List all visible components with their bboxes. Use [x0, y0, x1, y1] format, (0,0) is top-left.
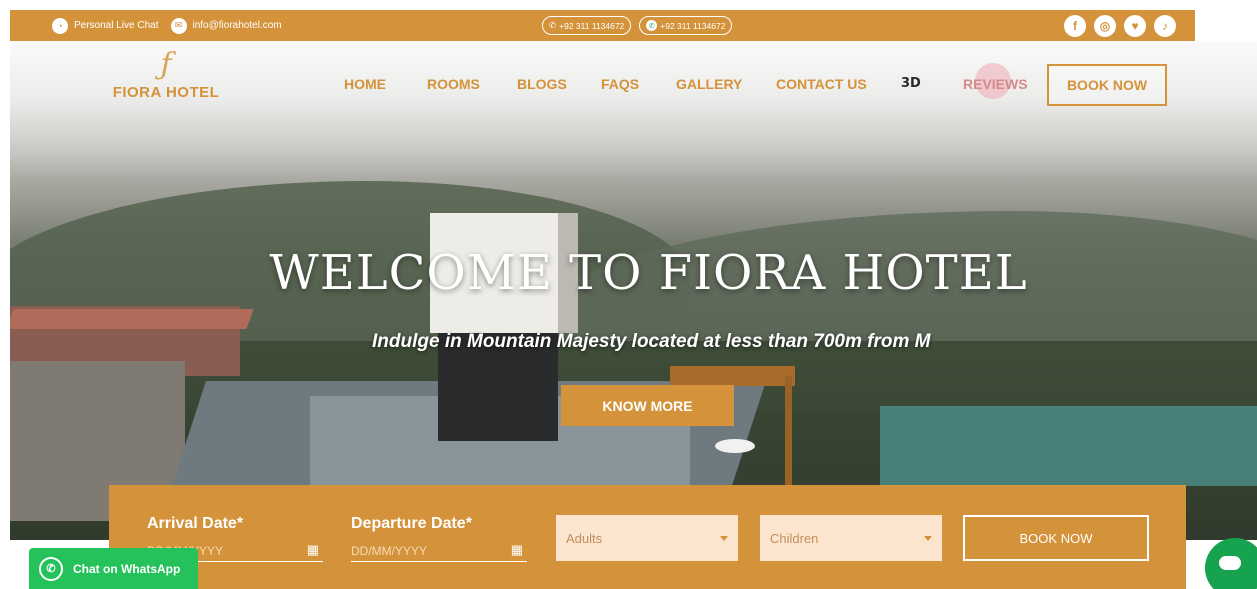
logo-mark: ƒ — [160, 47, 172, 82]
twitter-icon[interactable]: ♥ — [1124, 14, 1146, 37]
departure-placeholder: DD/MM/YYYY — [351, 543, 428, 558]
roof-shape — [10, 309, 254, 329]
adults-value: Adults — [566, 530, 603, 546]
hero-headline: WELCOME TO FIORA HOTEL — [269, 245, 1028, 301]
calendar-icon[interactable]: ▦ — [307, 542, 319, 558]
nav-blogs[interactable]: BLOGS — [517, 76, 567, 92]
departure-date-input[interactable]: DD/MM/YYYY ▦ — [351, 540, 527, 562]
nav-3d[interactable]: 3D — [901, 76, 921, 91]
nav-gallery[interactable]: GALLERY — [676, 76, 742, 92]
whatsapp-icon: ✆ — [646, 20, 658, 31]
instagram-icon[interactable]: ◎ — [1094, 14, 1116, 37]
whatsapp-number: +92 311 1134672 — [660, 20, 726, 31]
table-shape — [715, 439, 755, 453]
live-chat-link[interactable]: Personal Live Chat — [74, 20, 159, 31]
chevron-down-icon — [924, 536, 932, 541]
facebook-icon[interactable]: f — [1064, 14, 1086, 37]
email-link[interactable]: info@fiorahotel.com — [193, 20, 282, 31]
chat-icon[interactable]: ◔ — [52, 17, 68, 34]
know-more-button[interactable]: KNOW MORE — [561, 385, 734, 426]
whatsapp-chat-label: Chat on WhatsApp — [73, 561, 181, 576]
children-select[interactable]: Children — [760, 515, 942, 561]
nav-contact[interactable]: CONTACT US — [776, 76, 867, 92]
top-bar: ◔ Personal Live Chat ✉ info@fiorahotel.c… — [10, 10, 1195, 41]
whatsapp-chat-button[interactable]: ✆ Chat on WhatsApp — [29, 548, 198, 589]
tiktok-icon[interactable]: ♪ — [1154, 14, 1176, 37]
children-value: Children — [770, 530, 819, 546]
contact-links: ◔ Personal Live Chat ✉ info@fiorahotel.c… — [52, 17, 288, 34]
pergola-shape — [670, 366, 795, 386]
social-links: f ◎ ♥ ♪ — [1064, 14, 1176, 37]
mail-icon[interactable]: ✉ — [170, 17, 187, 34]
book-now-button[interactable]: BOOK NOW — [1047, 64, 1167, 106]
whatsapp-button[interactable]: ✆ +92 311 1134672 — [639, 16, 733, 35]
phone-number: +92 311 1134672 — [559, 20, 625, 31]
nav-rooms[interactable]: ROOMS — [427, 76, 480, 92]
booking-form: Arrival Date* DD/MM/YYYY ▦ Departure Dat… — [109, 485, 1186, 589]
chat-icon — [1219, 556, 1241, 570]
calendar-icon[interactable]: ▦ — [511, 542, 523, 558]
phone-button[interactable]: ✆ +92 311 1134672 — [542, 16, 632, 35]
phone-links: ✆ +92 311 1134672 ✆ +92 311 1134672 — [542, 16, 733, 35]
live-chat-bubble[interactable] — [1205, 538, 1257, 589]
whatsapp-icon: ✆ — [39, 556, 63, 581]
logo-name: FIORA HOTEL — [112, 84, 220, 101]
departure-label: Departure Date* — [351, 515, 472, 532]
phone-icon: ✆ — [549, 20, 557, 30]
adults-select[interactable]: Adults — [556, 515, 738, 561]
nav-home[interactable]: HOME — [344, 76, 386, 92]
booking-submit-button[interactable]: BOOK NOW — [963, 515, 1149, 561]
hero-subline: Indulge in Mountain Majesty located at l… — [372, 331, 931, 352]
nav-faqs[interactable]: FAQS — [601, 76, 639, 92]
teal-roof-shape — [880, 406, 1257, 486]
chevron-down-icon — [720, 536, 728, 541]
arrival-label: Arrival Date* — [147, 515, 244, 532]
hotel-logo[interactable]: ƒ FIORA HOTEL — [108, 47, 224, 102]
nav-reviews[interactable]: REVIEWS — [963, 76, 1028, 92]
